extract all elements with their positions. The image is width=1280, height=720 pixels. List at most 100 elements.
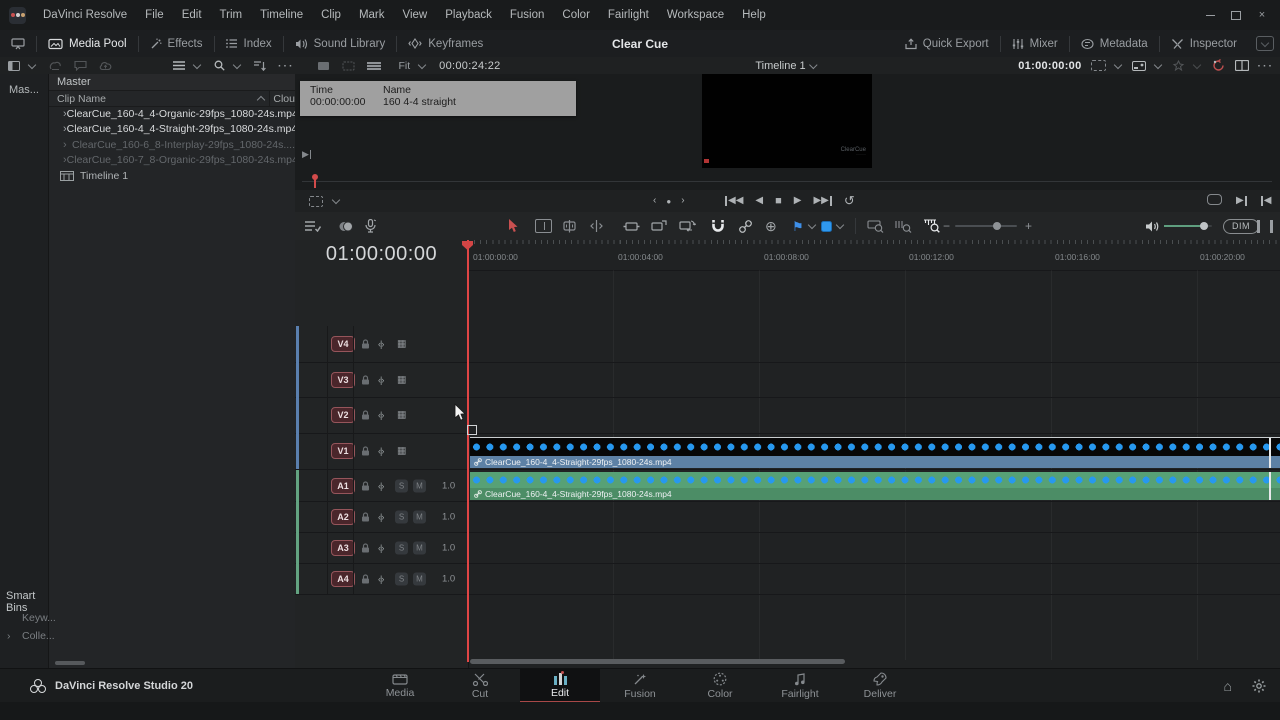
auto-select-icon[interactable]: ‹|› (378, 543, 383, 553)
timeline-scrollbar[interactable] (470, 659, 845, 664)
bin-collections[interactable]: Colle... (22, 630, 55, 642)
create-bin-icon[interactable] (43, 60, 68, 71)
timeline-row[interactable]: Timeline 1 (49, 168, 295, 184)
zoom-out-icon[interactable]: − (943, 212, 950, 240)
timeline-ruler[interactable]: 01:00:00:00 01:00:04:00 01:00:08:00 01:0… (468, 240, 1280, 271)
tab-fairlight[interactable]: Fairlight (760, 669, 840, 703)
inspector-button[interactable]: Inspector (1160, 38, 1248, 50)
filmstrip-view-icon[interactable] (336, 61, 361, 71)
solo-button[interactable]: S (395, 541, 408, 554)
replace-clip-icon[interactable] (679, 212, 696, 240)
bin-keywords[interactable]: Keyw... (22, 612, 56, 624)
position-lock-icon[interactable]: ⊕ (765, 212, 777, 240)
bin-list-toggle-icon[interactable] (0, 61, 43, 71)
clip-row[interactable]: › ClearCue_160-6_8-Interplay-29fps_1080-… (49, 137, 295, 153)
selection-mode-tool[interactable] (507, 212, 520, 240)
project-home-icon[interactable]: ⌂ (1224, 678, 1232, 694)
tab-color[interactable]: Color (680, 669, 760, 703)
minimize-icon[interactable] (1204, 9, 1216, 21)
snapping-magnet-icon[interactable] (711, 212, 725, 240)
lock-icon[interactable] (361, 410, 370, 420)
insert-clip-icon[interactable] (623, 212, 640, 240)
next-viewer-icon[interactable]: › (681, 196, 684, 206)
tab-media[interactable]: Media (360, 669, 440, 703)
bin-master[interactable]: Mas... (9, 84, 39, 96)
play-around-icon[interactable]: ▶ (1236, 196, 1247, 206)
settings-gear-icon[interactable] (1252, 679, 1266, 693)
menu-help[interactable]: Help (733, 9, 775, 21)
dynamic-trim-mode-tool[interactable] (589, 212, 604, 240)
menu-workspace[interactable]: Workspace (658, 9, 733, 21)
auto-select-icon[interactable]: ‹|› (378, 410, 383, 420)
menu-fairlight[interactable]: Fairlight (599, 9, 658, 21)
sort-icon[interactable] (248, 61, 272, 71)
smart-bins-label[interactable]: Smart Bins (6, 590, 48, 614)
menu-file[interactable]: File (136, 9, 173, 21)
search-icon[interactable] (208, 60, 248, 71)
razor-edit-mode-tool[interactable] (562, 212, 577, 240)
strip-view-icon[interactable] (361, 61, 387, 71)
tab-fusion[interactable]: Fusion (600, 669, 680, 703)
clip-list-column-header[interactable]: Clip Name Clou (49, 91, 295, 107)
comment-icon[interactable] (68, 60, 93, 71)
menu-davinci-resolve[interactable]: DaVinci Resolve (34, 9, 136, 21)
more-options-icon[interactable]: ··· (272, 60, 301, 72)
menu-view[interactable]: View (394, 9, 437, 21)
playhead-timecode[interactable]: 01:00:00:00 (295, 243, 468, 266)
timeline-selector[interactable]: Timeline 1 (755, 57, 818, 74)
track-thumbnail-icon[interactable]: ▦ (397, 374, 406, 385)
track-v4[interactable]: V4 ‹|› ▦ (295, 326, 1280, 363)
track-thumbnail-icon[interactable]: ▦ (397, 410, 406, 421)
match-frame-icon[interactable]: ◀ (1261, 196, 1272, 206)
bin-collections-expander[interactable]: › (7, 630, 11, 642)
stacked-timelines-icon[interactable] (339, 212, 355, 240)
mute-button[interactable]: M (413, 510, 426, 523)
menu-timeline[interactable]: Timeline (251, 9, 312, 21)
stop-icon[interactable]: ■ (775, 196, 782, 206)
clip-edit-point[interactable] (1269, 438, 1271, 468)
keyframes-button[interactable]: Keyframes (397, 30, 494, 57)
lock-icon[interactable] (361, 375, 370, 385)
detail-zoom-icon[interactable] (895, 212, 912, 240)
lock-icon[interactable] (361, 481, 370, 491)
auto-select-icon[interactable]: ‹|› (378, 574, 383, 584)
track-v3[interactable]: V3 ‹|› ▦ (295, 362, 1280, 399)
mixer-button[interactable]: Mixer (1001, 38, 1069, 50)
clip-row[interactable]: › ClearCue_160-7_8-Organic-29fps_1080-24… (49, 153, 295, 169)
voiceover-mic-icon[interactable] (365, 212, 376, 240)
timeline-zoom-slider[interactable] (955, 212, 1017, 240)
viewer-playhead[interactable] (314, 177, 316, 188)
dual-monitor-icon[interactable] (0, 30, 36, 57)
lock-icon[interactable] (361, 574, 370, 584)
video-clip[interactable]: ClearCue_160-4_4-Straight-29fps_1080-24s… (470, 437, 1280, 468)
tab-edit[interactable]: Edit (520, 669, 600, 703)
flag-button[interactable]: ⚑ (792, 212, 817, 240)
trim-edit-mode-tool[interactable] (535, 212, 552, 240)
go-to-start-icon[interactable]: ◀◀ (725, 196, 743, 206)
app-icon[interactable] (9, 7, 26, 24)
list-view-icon[interactable] (167, 61, 208, 70)
loop-icon[interactable]: ↺ (844, 196, 855, 206)
prev-viewer-icon[interactable]: ‹ (653, 196, 656, 206)
track-a2[interactable]: A2 ‹|› S M 1.0 (295, 501, 1280, 533)
lock-icon[interactable] (361, 543, 370, 553)
thumbnail-view-icon[interactable] (311, 61, 336, 71)
solo-button[interactable]: S (395, 572, 408, 585)
timeline-timecode-field[interactable]: 01:00:00:00 (1018, 60, 1081, 72)
expander-icon[interactable]: › (63, 139, 72, 151)
auto-select-icon[interactable]: ‹|› (378, 375, 383, 385)
mute-button[interactable]: M (413, 572, 426, 585)
link-clips-icon[interactable] (739, 212, 752, 240)
selection-follow-icon[interactable] (1091, 60, 1123, 71)
resolution-icon[interactable] (1172, 60, 1202, 71)
clip-row[interactable]: › ClearCue_160-4_4-Straight-29fps_1080-2… (49, 122, 295, 138)
collapse-panel-icon[interactable] (1256, 36, 1274, 51)
menu-mark[interactable]: Mark (350, 9, 394, 21)
clip-edit-point[interactable] (1269, 472, 1271, 500)
custom-zoom-icon[interactable] (923, 212, 940, 240)
solo-button[interactable]: S (395, 510, 408, 523)
menu-color[interactable]: Color (553, 9, 598, 21)
source-timecode[interactable]: 00:00:24:22 (433, 60, 506, 72)
lock-icon[interactable] (361, 512, 370, 522)
close-icon[interactable]: × (1256, 9, 1268, 21)
